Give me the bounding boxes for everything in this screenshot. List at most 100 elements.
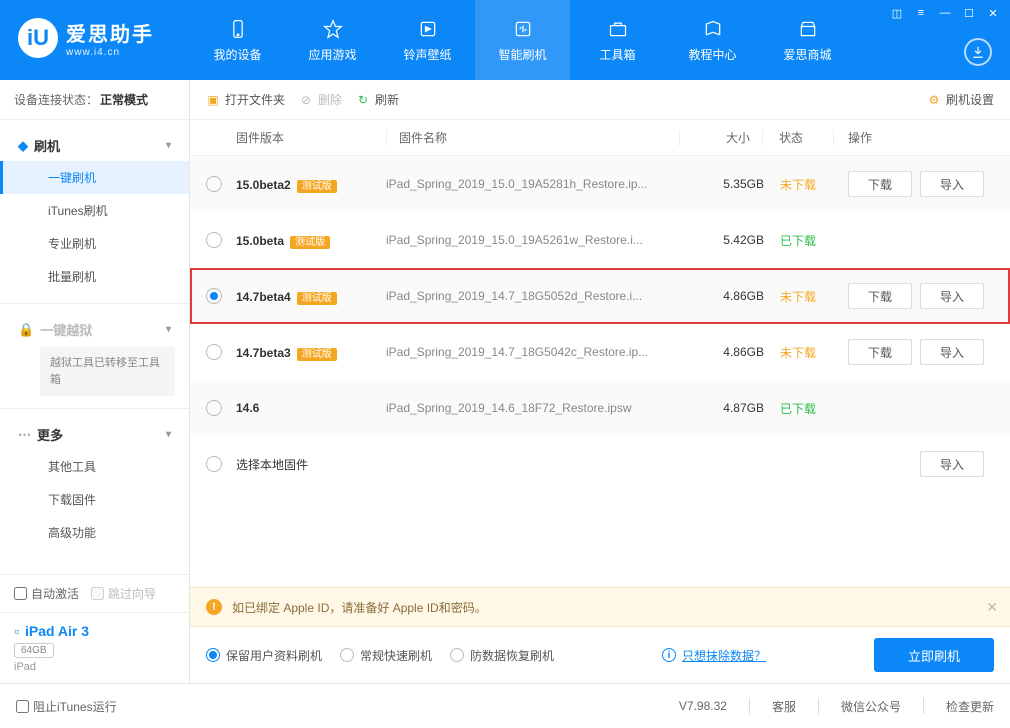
delete-icon: ⊘ [299, 93, 313, 107]
sidebar-item[interactable]: 下载固件 [0, 483, 189, 516]
nav-media[interactable]: 铃声壁纸 [380, 0, 475, 80]
import-button[interactable]: 导入 [920, 171, 984, 197]
sidebar-item[interactable]: 其他工具 [0, 450, 189, 483]
table-header: 固件版本 固件名称 大小 状态 操作 [190, 120, 1010, 156]
radio-icon [340, 648, 354, 662]
toolbar: ▣打开文件夹 ⊘删除 ↻刷新 ⚙刷机设置 [190, 80, 1010, 120]
gear-icon: ⚙ [927, 93, 941, 107]
logo: iU 爱思助手 www.i4.cn [0, 0, 190, 58]
connection-status: 设备连接状态：正常模式 [0, 80, 189, 120]
lock-icon: 🔒 [18, 322, 34, 338]
warning-icon: ! [206, 599, 222, 615]
row-radio[interactable] [206, 344, 222, 360]
sidebar-item[interactable]: 批量刷机 [0, 260, 189, 293]
flash-option[interactable]: 常规快速刷机 [340, 647, 432, 664]
flash-option[interactable]: 保留用户资料刷机 [206, 647, 322, 664]
refresh-icon: ↻ [356, 93, 370, 107]
maximize-icon[interactable]: ☐ [960, 4, 978, 22]
download-button[interactable]: 下载 [848, 171, 912, 197]
nav-flash[interactable]: 智能刷机 [475, 0, 570, 80]
beta-badge: 测试版 [297, 348, 337, 361]
nav-tools[interactable]: 工具箱 [570, 0, 665, 80]
chevron-down-icon: ▾ [166, 140, 171, 151]
brand-name: 爱思助手 [66, 18, 154, 47]
radio-icon [450, 648, 464, 662]
skip-guide-checkbox[interactable]: 跳过向导 [91, 585, 156, 602]
import-button[interactable]: 导入 [920, 451, 984, 477]
auto-activate-checkbox[interactable]: 自动激活 [14, 585, 79, 602]
device-icon: ▫ [14, 623, 19, 639]
sidebar-section-jailbreak: 🔒 一键越狱 ▾ [0, 314, 189, 345]
beta-badge: 测试版 [290, 236, 330, 249]
logo-icon: iU [18, 18, 58, 58]
nav-icon [607, 18, 629, 40]
download-button[interactable]: 下载 [848, 283, 912, 309]
row-radio[interactable] [206, 176, 222, 192]
nav-device[interactable]: 我的设备 [190, 0, 285, 80]
open-folder-button[interactable]: ▣打开文件夹 [206, 91, 285, 108]
statusbar: 阻止iTunes运行 V7.98.32 客服 微信公众号 检查更新 [0, 683, 1010, 728]
close-warning-icon[interactable]: ✕ [986, 599, 998, 616]
nav-icon [512, 18, 534, 40]
menu-icon[interactable]: ≡ [912, 4, 930, 22]
window-controls: ◫ ≡ — ☐ ✕ [888, 4, 1002, 22]
sidebar-section-flash[interactable]: ◆ 刷机 ▾ [0, 130, 189, 161]
nav-icon [702, 18, 724, 40]
refresh-button[interactable]: ↻刷新 [356, 91, 399, 108]
warning-banner: ! 如已绑定 Apple ID，请准备好 Apple ID和密码。 ✕ [190, 587, 1010, 627]
main-pane: ▣打开文件夹 ⊘删除 ↻刷新 ⚙刷机设置 固件版本 固件名称 大小 状态 操作 … [190, 80, 1010, 683]
row-radio[interactable] [206, 288, 222, 304]
download-manager-icon[interactable] [964, 38, 992, 66]
check-update-link[interactable]: 检查更新 [946, 698, 994, 715]
device-type: iPad [14, 661, 175, 673]
import-button[interactable]: 导入 [920, 283, 984, 309]
import-button[interactable]: 导入 [920, 339, 984, 365]
sidebar-item[interactable]: 专业刷机 [0, 227, 189, 260]
brand-url: www.i4.cn [66, 47, 154, 58]
minimize-icon[interactable]: — [936, 4, 954, 22]
nav-icon [322, 18, 344, 40]
sidebar: 设备连接状态：正常模式 ◆ 刷机 ▾ 一键刷机iTunes刷机专业刷机批量刷机 … [0, 80, 190, 683]
row-radio[interactable] [206, 232, 222, 248]
block-itunes-checkbox[interactable]: 阻止iTunes运行 [16, 698, 117, 715]
row-radio[interactable] [206, 456, 222, 472]
service-link[interactable]: 客服 [772, 698, 796, 715]
info-icon: i [662, 648, 676, 662]
flash-options: 保留用户资料刷机 常规快速刷机 防数据恢复刷机 i 只想抹除数据？ 立即刷机 [190, 627, 1010, 683]
table-row[interactable]: 14.7beta4测试版iPad_Spring_2019_14.7_18G505… [190, 268, 1010, 324]
table-row[interactable]: 15.0beta测试版iPad_Spring_2019_15.0_19A5261… [190, 212, 1010, 268]
close-icon[interactable]: ✕ [984, 4, 1002, 22]
main-nav: 我的设备应用游戏铃声壁纸智能刷机工具箱教程中心爱思商城 [190, 0, 855, 80]
flash-option[interactable]: 防数据恢复刷机 [450, 647, 554, 664]
flash-now-button[interactable]: 立即刷机 [874, 638, 994, 672]
download-button[interactable]: 下载 [848, 339, 912, 365]
flash-icon: ◆ [18, 138, 28, 154]
titlebar: iU 爱思助手 www.i4.cn 我的设备应用游戏铃声壁纸智能刷机工具箱教程中… [0, 0, 1010, 80]
nav-tutorial[interactable]: 教程中心 [665, 0, 760, 80]
table-row-local[interactable]: 选择本地固件导入 [190, 436, 1010, 492]
version-label: V7.98.32 [679, 699, 727, 713]
table-row[interactable]: 14.7beta3测试版iPad_Spring_2019_14.7_18G504… [190, 324, 1010, 380]
nav-store[interactable]: 爱思商城 [760, 0, 855, 80]
sidebar-item[interactable]: 一键刷机 [0, 161, 189, 194]
beta-badge: 测试版 [297, 292, 337, 305]
nav-icon [417, 18, 439, 40]
chevron-down-icon: ▾ [166, 429, 171, 440]
flash-settings-button[interactable]: ⚙刷机设置 [927, 91, 994, 108]
delete-button[interactable]: ⊘删除 [299, 91, 342, 108]
chevron-down-icon: ▾ [166, 324, 171, 335]
sidebar-item[interactable]: iTunes刷机 [0, 194, 189, 227]
shirt-icon[interactable]: ◫ [888, 4, 906, 22]
wechat-link[interactable]: 微信公众号 [841, 698, 901, 715]
sidebar-section-more[interactable]: ⋯ 更多 ▾ [0, 419, 189, 450]
erase-data-link[interactable]: 只想抹除数据？ [682, 647, 766, 664]
table-row[interactable]: 15.0beta2测试版iPad_Spring_2019_15.0_19A528… [190, 156, 1010, 212]
device-info: ▫iPad Air 3 64GB iPad [0, 613, 189, 683]
more-icon: ⋯ [18, 427, 31, 443]
table-row[interactable]: 14.6iPad_Spring_2019_14.6_18F72_Restore.… [190, 380, 1010, 436]
nav-apps[interactable]: 应用游戏 [285, 0, 380, 80]
row-radio[interactable] [206, 400, 222, 416]
nav-icon [227, 18, 249, 40]
sidebar-item[interactable]: 高级功能 [0, 516, 189, 549]
jailbreak-note: 越狱工具已转移至工具箱 [40, 347, 175, 396]
